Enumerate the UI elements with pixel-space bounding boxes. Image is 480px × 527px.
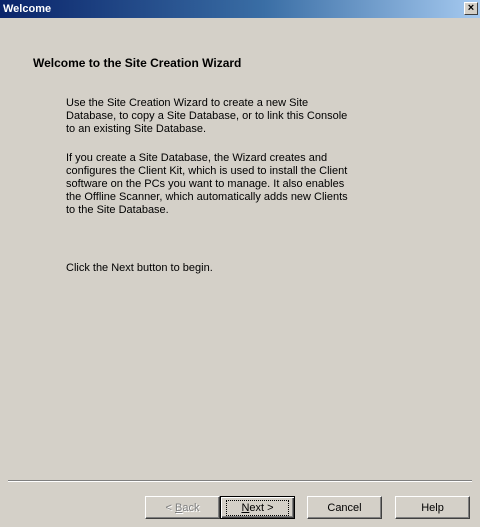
text-line: the Offline Scanner, which automatically… <box>66 191 348 203</box>
focus-rect: Next > <box>226 499 289 516</box>
back-prefix: < <box>165 501 175 514</box>
details-paragraph: If you create a Site Database, the Wizar… <box>66 152 366 217</box>
back-rest: ack <box>182 501 200 514</box>
text-line: to an existing Site Database. <box>66 123 207 135</box>
text-line: If you create a Site Database, the Wizar… <box>66 152 328 164</box>
cancel-button[interactable]: Cancel <box>307 496 382 519</box>
text-line: software on the PCs you want to manage. … <box>66 178 345 190</box>
text-line: configures the Client Kit, which is used… <box>66 165 348 177</box>
intro-paragraph: Use the Site Creation Wizard to create a… <box>66 97 366 136</box>
help-button[interactable]: Help <box>395 496 470 519</box>
instruction-paragraph: Click the Next button to begin. <box>66 262 366 275</box>
button-separator <box>8 480 472 482</box>
text-line: Database, to copy a Site Database, or to… <box>66 110 348 122</box>
window-title: Welcome <box>3 3 52 15</box>
text-line: Click the Next button to begin. <box>66 262 213 274</box>
wizard-heading: Welcome to the Site Creation Wizard <box>33 56 242 70</box>
back-button[interactable]: < Back <box>145 496 220 519</box>
wizard-window: Welcome × Welcome to the Site Creation W… <box>0 0 480 527</box>
text-line: Use the Site Creation Wizard to create a… <box>66 97 309 109</box>
next-button[interactable]: Next > <box>220 496 295 519</box>
next-rest: ext > <box>249 501 274 514</box>
close-icon: × <box>467 2 475 14</box>
title-bar[interactable]: Welcome × <box>0 0 480 18</box>
close-button[interactable]: × <box>464 2 478 15</box>
text-line: to the Site Database. <box>66 204 169 216</box>
